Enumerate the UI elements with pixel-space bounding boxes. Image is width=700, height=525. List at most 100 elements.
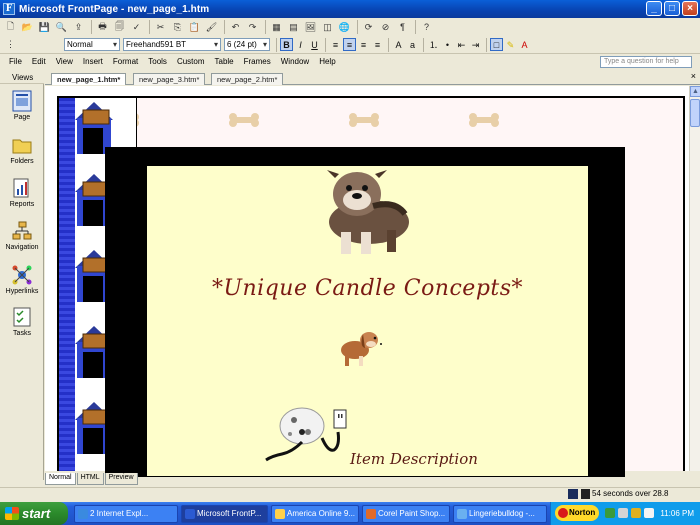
font-select[interactable]: Freehand591 BT bbox=[123, 38, 221, 51]
tab-normal[interactable]: Normal bbox=[45, 473, 76, 485]
tray-aol-icon[interactable] bbox=[631, 508, 641, 518]
menu-insert[interactable]: Insert bbox=[78, 57, 108, 66]
view-reports[interactable]: Reports bbox=[3, 177, 41, 208]
print-icon[interactable]: 🖶 bbox=[95, 20, 110, 34]
view-tasks[interactable]: Tasks bbox=[3, 306, 41, 337]
align-left-button[interactable]: ≡ bbox=[329, 38, 342, 51]
tab-new-page-3[interactable]: new_page_3.htm* bbox=[133, 73, 206, 85]
navigation-icon bbox=[12, 221, 32, 240]
menu-edit[interactable]: Edit bbox=[27, 57, 51, 66]
highlight-color-icon[interactable]: ✎ bbox=[504, 38, 517, 51]
style-select[interactable]: Normal bbox=[64, 38, 120, 51]
menu-help[interactable]: Help bbox=[314, 57, 340, 66]
view-page[interactable]: Page bbox=[3, 90, 41, 121]
preview-icon[interactable]: 🗐 bbox=[112, 20, 127, 34]
spelling-icon[interactable]: ✓ bbox=[129, 20, 144, 34]
help-search-input[interactable]: Type a question for help bbox=[600, 56, 692, 68]
decrease-indent-icon[interactable]: ⇤ bbox=[455, 38, 468, 51]
site-title[interactable]: *Unique Candle Concepts* bbox=[147, 276, 588, 301]
redo-icon[interactable]: ↷ bbox=[245, 20, 260, 34]
tray-security-icon[interactable] bbox=[644, 508, 654, 518]
item-description[interactable]: Item Description bbox=[350, 450, 478, 468]
bone-icon bbox=[469, 113, 499, 127]
tray-network-icon[interactable] bbox=[605, 508, 615, 518]
toolbar-grip-icon: ⋮ bbox=[6, 39, 15, 49]
search-icon[interactable]: 🔍 bbox=[54, 20, 69, 34]
underline-button[interactable]: U bbox=[308, 38, 321, 51]
bold-button[interactable]: B bbox=[280, 38, 293, 51]
norton-icon[interactable]: Norton bbox=[555, 505, 600, 521]
publish-icon[interactable]: ⇪ bbox=[71, 20, 86, 34]
cut-icon[interactable]: ✂ bbox=[153, 20, 168, 34]
menu-format[interactable]: Format bbox=[108, 57, 143, 66]
tab-html[interactable]: HTML bbox=[76, 473, 104, 485]
tab-new-page-1[interactable]: new_page_1.htm* bbox=[51, 73, 127, 85]
view-folders[interactable]: Folders bbox=[3, 134, 41, 165]
open-icon[interactable]: 📂 bbox=[20, 20, 35, 34]
close-document-icon[interactable]: × bbox=[691, 71, 696, 81]
tab-preview[interactable]: Preview bbox=[104, 473, 138, 485]
refresh-icon[interactable]: ⟳ bbox=[361, 20, 376, 34]
dalmatian-plug-image[interactable] bbox=[262, 402, 352, 464]
save-icon[interactable]: 💾 bbox=[37, 20, 52, 34]
bone-icon bbox=[229, 113, 259, 127]
menu-frames[interactable]: Frames bbox=[239, 57, 276, 66]
web-component-icon[interactable]: ▦ bbox=[269, 20, 284, 34]
status-bar: 54 seconds over 28.8 bbox=[0, 487, 700, 500]
font-color-icon[interactable]: A bbox=[518, 38, 531, 51]
view-navigation[interactable]: Navigation bbox=[3, 220, 41, 251]
taskbar-item-aol[interactable]: America Online 9... bbox=[271, 505, 359, 523]
start-button[interactable]: start bbox=[0, 502, 68, 525]
bulldog-image[interactable] bbox=[317, 166, 417, 258]
paste-icon[interactable]: 📋 bbox=[187, 20, 202, 34]
scroll-thumb[interactable] bbox=[690, 99, 700, 127]
taskbar-item-lingeriebulldog[interactable]: Lingeriebulldog -... bbox=[453, 505, 547, 523]
font-size-select[interactable]: 6 (24 pt) bbox=[224, 38, 270, 51]
bullets-icon[interactable]: • bbox=[441, 38, 454, 51]
tray-volume-icon[interactable] bbox=[618, 508, 628, 518]
maximize-button[interactable]: □ bbox=[664, 1, 680, 16]
tab-new-page-2[interactable]: new_page_2.htm* bbox=[211, 73, 284, 85]
format-painter-icon[interactable]: 🖌 bbox=[204, 20, 219, 34]
show-all-icon[interactable]: ¶ bbox=[395, 20, 410, 34]
vertical-scrollbar[interactable]: ▲ bbox=[689, 86, 700, 471]
insert-picture-icon[interactable]: 🖼 bbox=[303, 20, 318, 34]
borders-icon[interactable]: □ bbox=[490, 38, 503, 51]
menu-table[interactable]: Table bbox=[210, 57, 239, 66]
menu-tools[interactable]: Tools bbox=[143, 57, 172, 66]
taskbar-item-paint-shop[interactable]: Corel Paint Shop... bbox=[362, 505, 450, 523]
help-icon[interactable]: ? bbox=[419, 20, 434, 34]
view-folders-label: Folders bbox=[10, 158, 34, 165]
menu-file[interactable]: File bbox=[4, 57, 27, 66]
justify-button[interactable]: ≡ bbox=[371, 38, 384, 51]
decrease-font-icon[interactable]: a bbox=[406, 38, 419, 51]
scroll-up-icon[interactable]: ▲ bbox=[690, 86, 700, 97]
menu-window[interactable]: Window bbox=[276, 57, 314, 66]
copy-icon[interactable]: ⎘ bbox=[170, 20, 185, 34]
align-right-button[interactable]: ≡ bbox=[357, 38, 370, 51]
formatting-toolbar: ⋮ Normal Freehand591 BT 6 (24 pt) B I U … bbox=[0, 36, 700, 54]
stop-icon[interactable]: ⊘ bbox=[378, 20, 393, 34]
view-hyperlinks[interactable]: Hyperlinks bbox=[3, 264, 41, 295]
italic-button[interactable]: I bbox=[294, 38, 307, 51]
new-page-icon[interactable]: 🗋 bbox=[3, 20, 18, 34]
close-button[interactable]: × bbox=[682, 1, 698, 16]
increase-font-icon[interactable]: A bbox=[392, 38, 405, 51]
puppy-image[interactable] bbox=[335, 326, 383, 368]
align-center-button[interactable]: ≡ bbox=[343, 38, 356, 51]
menu-view[interactable]: View bbox=[51, 57, 78, 66]
content-area[interactable]: *Unique Candle Concepts* Item Descriptio… bbox=[147, 166, 588, 476]
taskbar-item-internet-explorer[interactable]: 2 Internet Expl... bbox=[74, 505, 178, 523]
increase-indent-icon[interactable]: ⇥ bbox=[469, 38, 482, 51]
system-tray: Norton 11:06 PM bbox=[550, 502, 700, 525]
frontpage-app-icon[interactable]: F bbox=[3, 3, 15, 15]
start-label: start bbox=[22, 506, 51, 521]
insert-table-icon[interactable]: ▤ bbox=[286, 20, 301, 34]
taskbar-item-frontpage[interactable]: Microsoft FrontP... bbox=[181, 505, 268, 523]
minimize-button[interactable]: _ bbox=[646, 1, 662, 16]
menu-custom[interactable]: Custom bbox=[172, 57, 210, 66]
drawing-icon[interactable]: ◫ bbox=[320, 20, 335, 34]
hyperlink-icon[interactable]: 🌐 bbox=[337, 20, 352, 34]
undo-icon[interactable]: ↶ bbox=[228, 20, 243, 34]
numbering-icon[interactable]: ⒈ bbox=[427, 38, 440, 51]
